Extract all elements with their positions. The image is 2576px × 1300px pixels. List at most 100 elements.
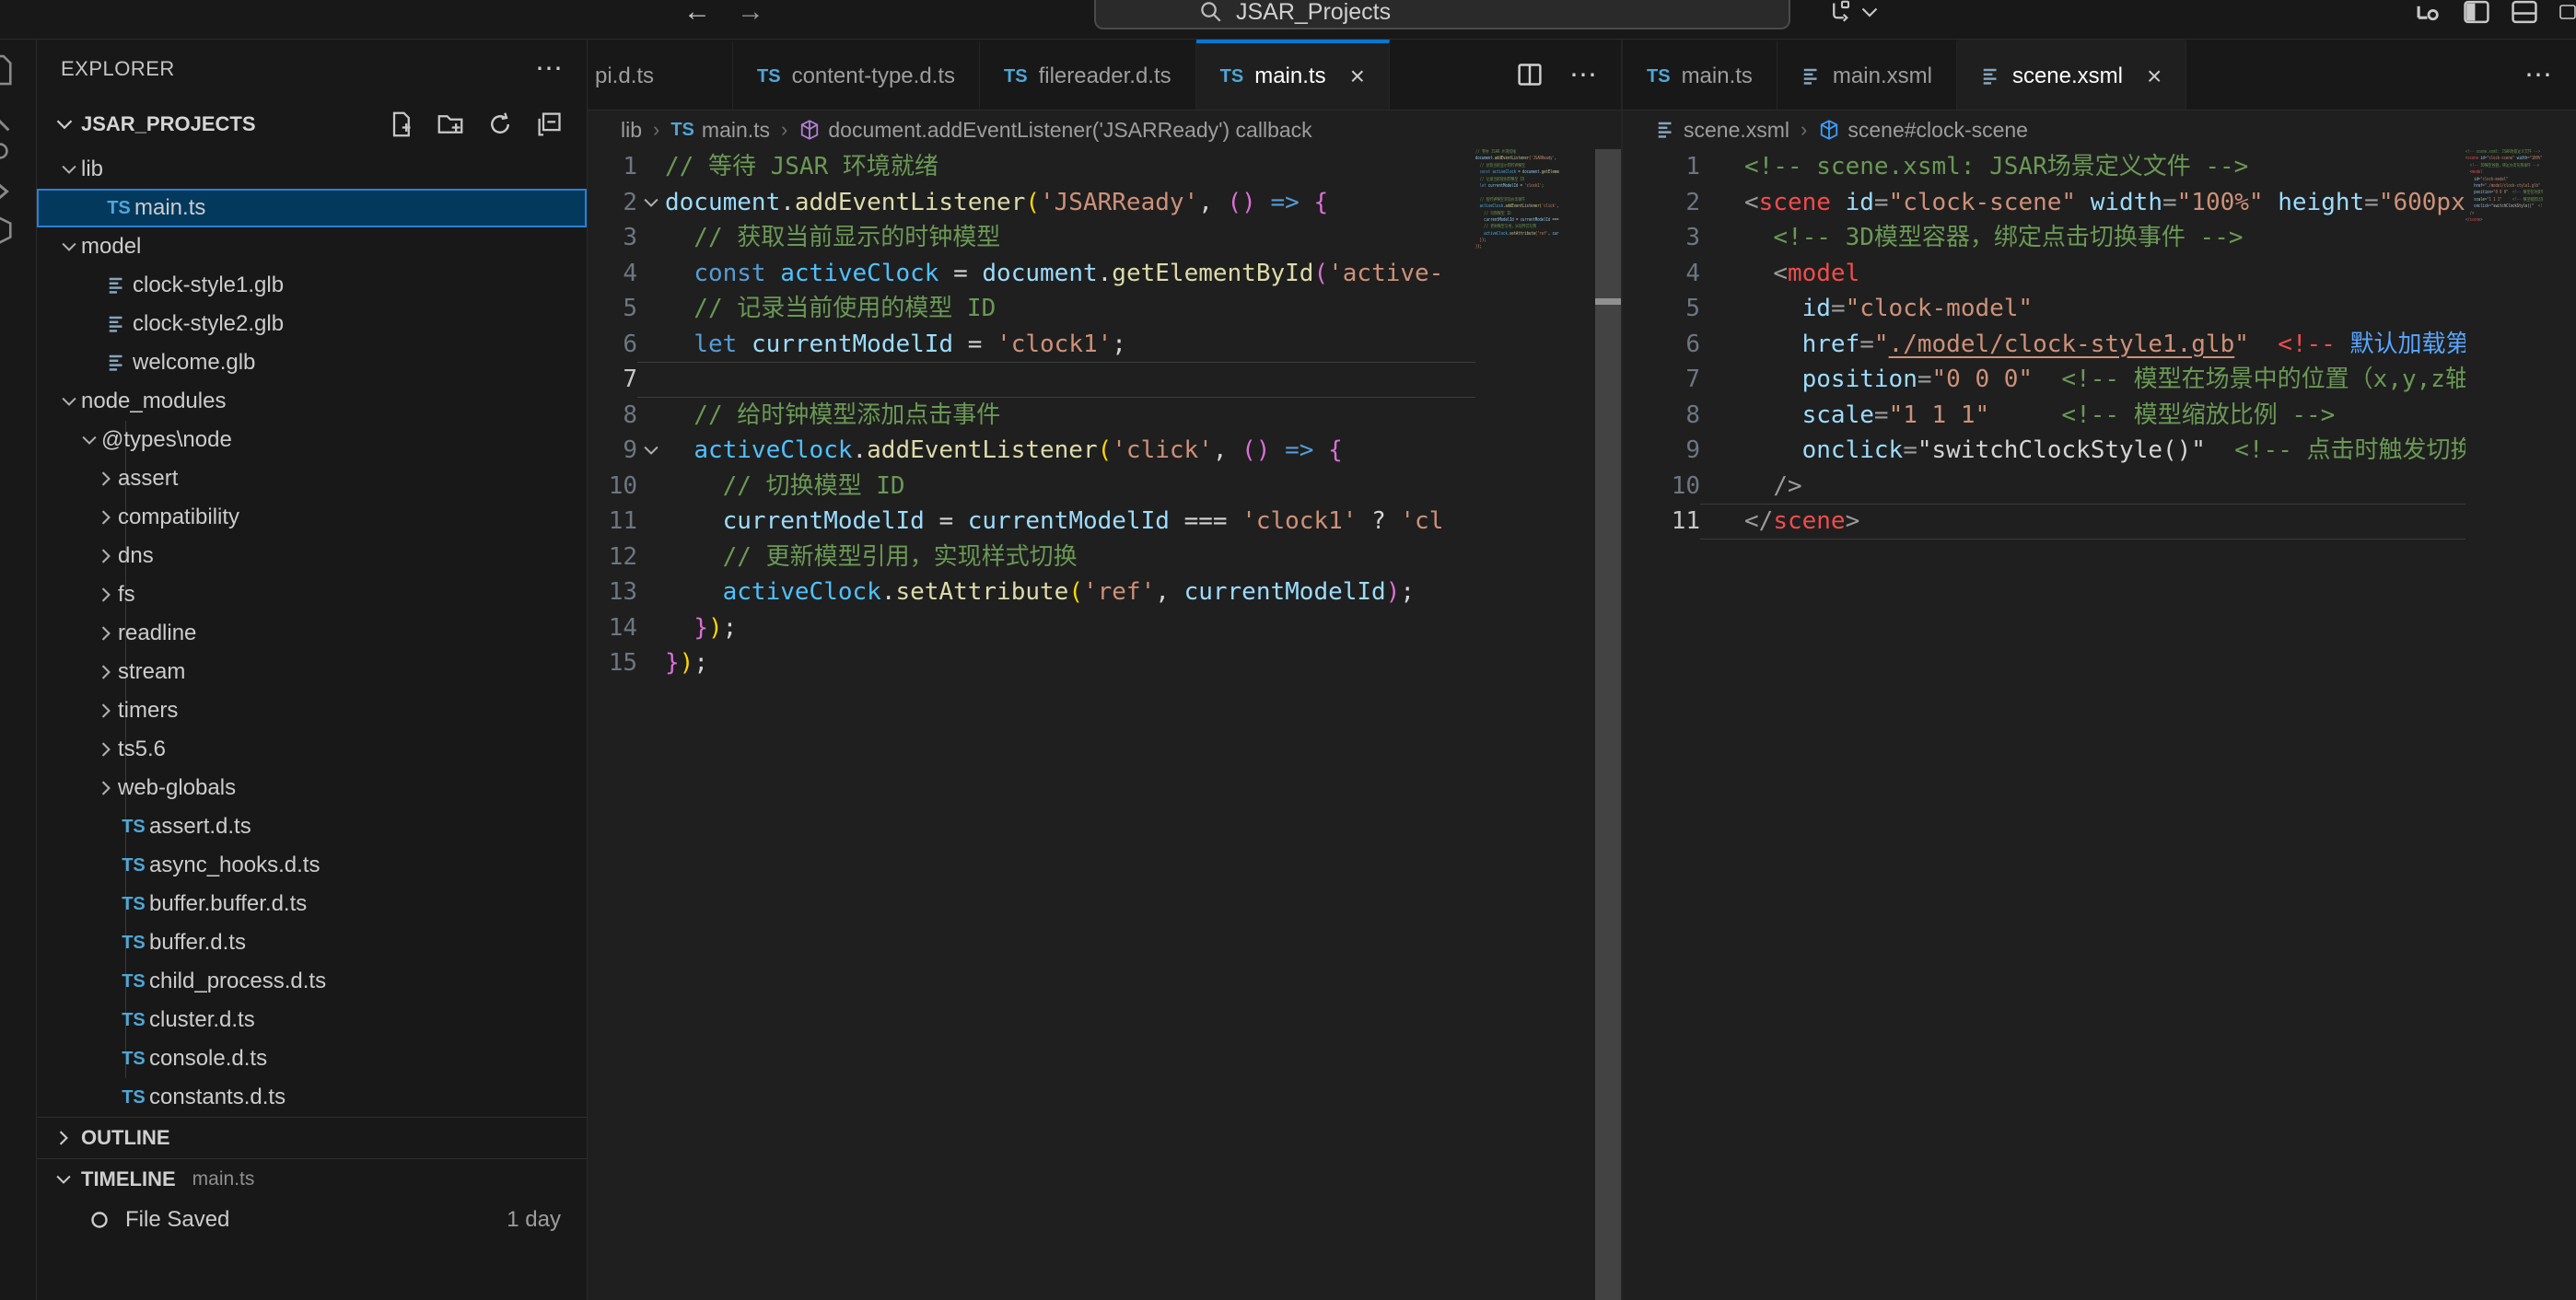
tab-main.xsml[interactable]: main.xsml <box>1778 40 1957 110</box>
source-control-icon[interactable] <box>0 139 14 163</box>
tree-item-clock-style2.glb[interactable]: clock-style2.glb <box>37 305 587 343</box>
breadcrumb-item[interactable]: lib <box>621 118 642 143</box>
tree-item-assert.d.ts[interactable]: TSassert.d.ts <box>37 807 587 846</box>
code-line-11[interactable]: 11 currentModelId = currentModelId === '… <box>588 504 1475 540</box>
close-icon[interactable]: × <box>2147 62 2162 91</box>
tree-item-console.d.ts[interactable]: TSconsole.d.ts <box>37 1039 587 1078</box>
tree-item-stream[interactable]: stream <box>37 653 587 691</box>
code-line-5[interactable]: 5 id="clock-model" <box>1623 291 2465 327</box>
code-line-11[interactable]: 11</scene> <box>1623 504 2465 540</box>
tab-pi.d.ts[interactable]: pi.d.ts <box>588 40 733 110</box>
tree-item-buffer.buffer.d.ts[interactable]: TSbuffer.buffer.d.ts <box>37 885 587 923</box>
forward-arrow-icon[interactable]: → <box>737 0 764 28</box>
timeline-section-header[interactable]: TIMELINE main.ts <box>37 1158 587 1200</box>
tree-item-ts5.6[interactable]: ts5.6 <box>37 730 587 769</box>
code-line-6[interactable]: 6 href="./model/clock-style1.glb" <!-- 默… <box>1623 327 2465 363</box>
layout-control-icon[interactable] <box>1828 0 1878 26</box>
breadcrumb-right[interactable]: scene.xsml›scene#clock-scene <box>1623 110 2576 149</box>
tree-item-web-globals[interactable]: web-globals <box>37 769 587 807</box>
minimap-right[interactable]: <!-- scene.xsml: JSAR场景定义文件 --><scene id… <box>2465 149 2576 1300</box>
more-actions-icon[interactable]: ⋯ <box>1569 59 1599 91</box>
tree-item-dns[interactable]: dns <box>37 537 587 575</box>
tree-item-compatibility[interactable]: compatibility <box>37 498 587 537</box>
code-area-scene-xsml[interactable]: 1<!-- scene.xsml: JSAR场景定义文件 -->2<scene … <box>1623 149 2465 1300</box>
command-center-search[interactable]: JSAR_Projects <box>1094 0 1790 29</box>
code-line-7[interactable]: 7 position="0 0 0" <!-- 模型在场景中的位置（x,y,z轴 <box>1623 362 2465 398</box>
timeline-item-file-saved[interactable]: File Saved 1 day <box>37 1200 587 1240</box>
code-line-12[interactable]: 12 // 更新模型引用，实现样式切换 <box>588 540 1475 575</box>
breadcrumb-item[interactable]: TSmain.ts <box>670 118 770 143</box>
code-line-9[interactable]: 9 onclick="switchClockStyle()" <!-- 点击时触… <box>1623 433 2465 469</box>
code-line-3[interactable]: 3 // 获取当前显示的时钟模型 <box>588 220 1475 256</box>
project-root-row[interactable]: JSAR_PROJECTS <box>37 99 587 150</box>
more-actions-icon[interactable]: ⋯ <box>2524 59 2554 91</box>
code-line-1[interactable]: 1// 等待 JSAR 环境就绪 <box>588 149 1475 185</box>
new-folder-icon[interactable] <box>437 111 463 137</box>
refresh-icon[interactable] <box>487 111 513 137</box>
code-line-2[interactable]: 2<scene id="clock-scene" width="100%" he… <box>1623 185 2465 221</box>
tree-item-constants.d.ts[interactable]: TSconstants.d.ts <box>37 1078 587 1117</box>
tree-item-assert[interactable]: assert <box>37 459 587 498</box>
code-line-8[interactable]: 8 scale="1 1 1" <!-- 模型缩放比例 --> <box>1623 398 2465 434</box>
breadcrumb-item[interactable]: document.addEventListener('JSARReady') c… <box>798 118 1311 143</box>
new-file-icon[interactable] <box>388 111 414 137</box>
tree-item-timers[interactable]: timers <box>37 691 587 730</box>
toggle-panel-icon[interactable] <box>2512 0 2537 24</box>
code-line-10[interactable]: 10 // 切换模型 ID <box>588 469 1475 505</box>
code-line-5[interactable]: 5 // 记录当前使用的模型 ID <box>588 291 1475 327</box>
tree-item-cluster.d.ts[interactable]: TScluster.d.ts <box>37 1001 587 1039</box>
tree-item-clock-style1.glb[interactable]: clock-style1.glb <box>37 266 587 305</box>
breadcrumb-item[interactable]: scene.xsml <box>1656 118 1789 143</box>
tree-item-@types-node[interactable]: @types\node <box>37 421 587 459</box>
code-line-4[interactable]: 4 const activeClock = document.getElemen… <box>588 256 1475 292</box>
code-line-3[interactable]: 3 <!-- 3D模型容器，绑定点击切换事件 --> <box>1623 220 2465 256</box>
chevron-right-icon[interactable] <box>0 178 14 205</box>
tree-item-child-process.d.ts[interactable]: TSchild_process.d.ts <box>37 962 587 1001</box>
code-line-2[interactable]: 2document.addEventListener('JSARReady', … <box>588 185 1475 221</box>
code-line-1[interactable]: 1<!-- scene.xsml: JSAR场景定义文件 --> <box>1623 149 2465 185</box>
collapse-all-icon[interactable] <box>537 111 563 137</box>
code-line-9[interactable]: 9 activeClock.addEventListener('click', … <box>588 433 1475 469</box>
code-line-4[interactable]: 4 <model <box>1623 256 2465 292</box>
toggle-primary-sidebar-icon[interactable] <box>2464 0 2489 24</box>
extensions-cube-icon[interactable] <box>0 216 14 248</box>
breadcrumb-center[interactable]: lib›TSmain.ts›document.addEventListener(… <box>588 110 1621 149</box>
minimap-center[interactable]: // 等待 JSAR 环境就绪document.addEventListener… <box>1475 149 1595 1300</box>
code-line-10[interactable]: 10 /> <box>1623 469 2465 505</box>
explorer-icon[interactable] <box>0 54 14 86</box>
code-area-main-ts[interactable]: 1// 等待 JSAR 环境就绪2document.addEventListen… <box>588 149 1475 1300</box>
tree-item-readline[interactable]: readline <box>37 614 587 653</box>
code-line-8[interactable]: 8 // 给时钟模型添加点击事件 <box>588 398 1475 434</box>
outline-section-header[interactable]: OUTLINE <box>37 1117 587 1158</box>
code-line-6[interactable]: 6 let currentModelId = 'clock1'; <box>588 327 1475 363</box>
code-line-13[interactable]: 13 activeClock.setAttribute('ref', curre… <box>588 575 1475 610</box>
close-icon[interactable]: × <box>1350 62 1365 91</box>
tab-content-type.d.ts[interactable]: TScontent-type.d.ts <box>733 40 980 110</box>
tab-scene.xsml[interactable]: scene.xsml× <box>1957 40 2186 110</box>
tree-item-lib[interactable]: lib <box>37 150 587 189</box>
back-arrow-icon[interactable]: ← <box>683 0 711 28</box>
fold-icon[interactable] <box>637 433 665 469</box>
tab-main.ts[interactable]: TSmain.ts× <box>1196 40 1390 110</box>
tree-item-node-modules[interactable]: node_modules <box>37 382 587 421</box>
scrollbar-track[interactable] <box>1595 149 1621 1300</box>
tab-filereader.d.ts[interactable]: TSfilereader.d.ts <box>980 40 1196 110</box>
customize-layout-icon[interactable] <box>2416 0 2442 24</box>
tree-item-model[interactable]: model <box>37 227 587 266</box>
code-line-7[interactable]: 7 <box>588 362 1475 398</box>
code-line-14[interactable]: 14 }); <box>588 610 1475 646</box>
fold-icon[interactable] <box>637 185 665 221</box>
tree-item-welcome.glb[interactable]: welcome.glb <box>37 343 587 382</box>
tree-item-async-hooks.d.ts[interactable]: TSasync_hooks.d.ts <box>37 846 587 885</box>
code-line-15[interactable]: 15}); <box>588 645 1475 681</box>
tree-item-buffer.d.ts[interactable]: TSbuffer.d.ts <box>37 923 587 962</box>
breadcrumb-item[interactable]: scene#clock-scene <box>1818 118 2028 143</box>
explorer-more-icon[interactable]: ⋯ <box>535 64 563 74</box>
tree-item-main.ts[interactable]: TSmain.ts <box>37 189 587 227</box>
split-editor-icon[interactable] <box>1516 62 1544 87</box>
tab-main.ts[interactable]: TSmain.ts <box>1623 40 1778 110</box>
tree-item-fs[interactable]: fs <box>37 575 587 614</box>
search-icon[interactable] <box>0 108 14 135</box>
toggle-secondary-sidebar-icon[interactable] <box>2559 0 2576 24</box>
scrollbar-thumb[interactable] <box>1595 298 1621 305</box>
